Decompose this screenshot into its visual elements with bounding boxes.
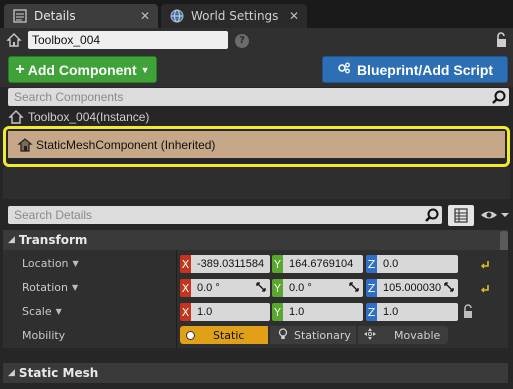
reset-arrow-icon[interactable]: [480, 283, 490, 293]
drag-arrows-icon: [444, 282, 454, 292]
chevron-down-icon: ▼: [140, 64, 150, 75]
actor-name-field[interactable]: Toolbox_004: [28, 31, 228, 49]
scale-label-text: Scale: [22, 305, 52, 318]
rotation-label[interactable]: Rotation ▼: [22, 281, 78, 294]
axis-y-label: Y: [272, 279, 283, 297]
axis-x-label: X: [180, 255, 191, 273]
location-label-text: Location: [22, 257, 69, 270]
static-mesh-icon: [16, 136, 34, 154]
mobility-label: Mobility: [22, 329, 65, 342]
help-icon[interactable]: ?: [235, 34, 249, 48]
component-tree-item-label: StaticMeshComponent (Inherited): [36, 137, 216, 152]
static-mesh-title: Static Mesh: [18, 366, 99, 380]
search-icon[interactable]: [424, 207, 440, 223]
rotation-x-field[interactable]: 0.0 °: [191, 279, 270, 297]
drag-arrows-icon: [349, 282, 359, 292]
drag-arrows-icon: [256, 282, 266, 292]
axis-z-label: Z: [366, 303, 377, 321]
collapse-arrow-icon: ◢: [8, 235, 15, 245]
axis-x-label: X: [180, 279, 191, 297]
component-tree-root[interactable]: Toolbox_004(Instance): [8, 108, 149, 126]
component-tree-item-static-mesh[interactable]: StaticMeshComponent (Inherited): [8, 131, 505, 158]
mobility-movable-option[interactable]: Movable: [358, 326, 448, 344]
search-icon[interactable]: [491, 89, 507, 105]
rotation-z-value: 105.000030: [383, 282, 442, 294]
tab-world-settings-label: World Settings: [191, 9, 279, 23]
location-label[interactable]: Location ▼: [22, 257, 79, 270]
mobility-movable-label: Movable: [394, 328, 441, 342]
property-matrix-button[interactable]: [448, 205, 474, 226]
axis-y-label: Y: [272, 255, 283, 273]
axis-x-label: X: [180, 303, 191, 321]
reset-arrow-icon[interactable]: [480, 259, 490, 269]
chevron-down-icon: ▼: [55, 307, 62, 316]
component-tree-empty-area: [3, 167, 510, 199]
close-icon[interactable]: ✕: [289, 9, 299, 23]
mobility-stationary-option[interactable]: Stationary: [270, 326, 356, 344]
location-y-field[interactable]: 164.6769104: [283, 255, 363, 273]
tab-details[interactable]: Details ✕: [4, 4, 158, 28]
scale-z-field[interactable]: 1.0: [377, 303, 458, 321]
radio-selected-icon: [186, 330, 195, 340]
axis-z-label: Z: [366, 255, 377, 273]
add-component-button[interactable]: + Add Component ▼: [8, 56, 157, 83]
column-divider[interactable]: [176, 250, 177, 348]
rotation-x-value: 0.0 °: [197, 282, 220, 294]
plus-icon: +: [15, 60, 25, 78]
scale-y-field[interactable]: 1.0: [283, 303, 363, 321]
mobility-static-option[interactable]: Static: [180, 326, 268, 344]
globe-icon: [169, 9, 185, 23]
section-gap: [3, 348, 508, 363]
rotation-label-text: Rotation: [22, 281, 69, 294]
tab-details-label: Details: [34, 9, 76, 23]
lock-icon[interactable]: [494, 32, 508, 48]
add-component-label: Add Component: [27, 61, 137, 78]
location-z-field[interactable]: 0.0: [377, 255, 458, 273]
axis-z-label: Z: [366, 279, 377, 297]
blueprint-add-script-button[interactable]: Blueprint/Add Script: [322, 56, 508, 83]
actor-icon: [6, 32, 22, 48]
mobility-stationary-label: Stationary: [294, 328, 351, 342]
mobility-label-text: Mobility: [22, 329, 66, 342]
search-components-placeholder: Search Components: [14, 90, 124, 104]
collapse-arrow-icon: ◢: [8, 368, 15, 378]
chevron-down-icon: ▼: [72, 283, 79, 292]
move-arrows-icon: [364, 327, 376, 343]
rotation-y-value: 0.0 °: [289, 282, 312, 294]
rotation-z-field[interactable]: 105.000030: [377, 279, 458, 297]
scale-lock-icon[interactable]: [462, 304, 474, 319]
location-x-field[interactable]: -389.0311584: [191, 255, 270, 273]
chevron-down-icon: ▼: [72, 259, 79, 268]
mobility-static-label: Static: [213, 328, 245, 342]
axis-y-label: Y: [272, 303, 283, 321]
actor-icon: [8, 110, 24, 124]
transform-title: Transform: [18, 233, 88, 247]
blueprint-add-script-label: Blueprint/Add Script: [356, 61, 494, 78]
search-details-placeholder: Search Details: [14, 208, 93, 222]
view-options-eye-icon[interactable]: [479, 207, 511, 223]
lightbulb-icon: [278, 327, 288, 343]
static-mesh-section-header[interactable]: ◢ Static Mesh: [3, 363, 508, 383]
transform-section-header[interactable]: ◢ Transform: [3, 230, 508, 250]
close-icon[interactable]: ✕: [140, 9, 150, 23]
scale-x-field[interactable]: 1.0: [191, 303, 270, 321]
tab-world-settings[interactable]: World Settings ✕: [161, 4, 307, 28]
scale-label[interactable]: Scale ▼: [22, 305, 62, 318]
rotation-y-field[interactable]: 0.0 °: [283, 279, 363, 297]
component-tree-root-label: Toolbox_004(Instance): [28, 110, 150, 124]
gear-icon: [337, 61, 351, 78]
details-icon: [12, 9, 28, 23]
